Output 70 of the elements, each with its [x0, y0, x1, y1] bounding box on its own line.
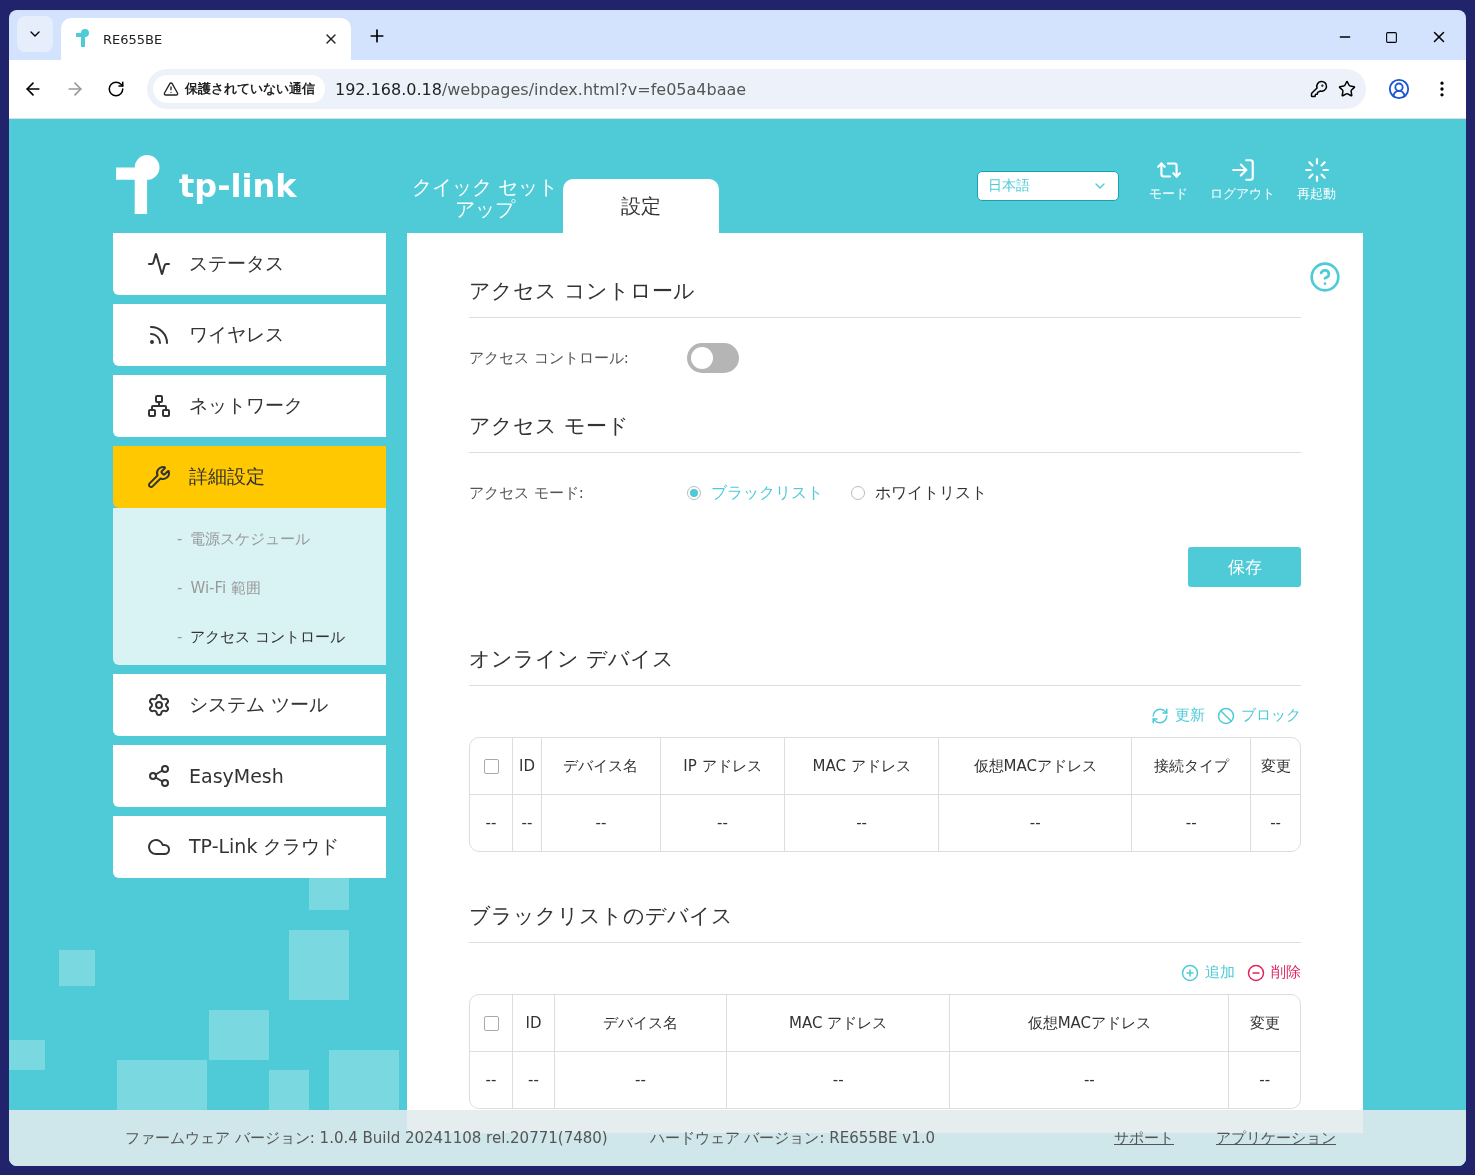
table-cell: -- — [470, 795, 513, 851]
column-header: 接続タイプ — [1132, 738, 1252, 795]
toggle-switch[interactable] — [687, 343, 739, 373]
radio-option[interactable]: ホワイトリスト — [851, 482, 987, 504]
dash-marker: - — [177, 530, 183, 549]
column-header: MAC アドレス — [727, 995, 951, 1052]
select-all-checkbox[interactable] — [483, 759, 499, 774]
sidebar-item[interactable]: 詳細設定 — [113, 446, 386, 508]
sidebar-item[interactable]: ステータス — [113, 233, 386, 295]
dash-marker: - — [177, 628, 183, 647]
sidebar-item[interactable]: ネットワーク — [113, 375, 386, 437]
table-cell: -- — [554, 1052, 728, 1108]
section-title: ブラックリストのデバイス — [469, 888, 1301, 943]
hardware-version: ハードウェア バージョン: RE655BE v1.0 — [649, 1128, 936, 1148]
column-header: ID — [513, 738, 542, 795]
sidebar-item[interactable]: ワイヤレス — [113, 304, 386, 366]
table-cell-text: -- — [1269, 813, 1282, 834]
warning-icon — [163, 81, 179, 97]
browser-tab[interactable]: RE655BE — [61, 18, 351, 60]
section-title: アクセス モード — [469, 398, 1301, 453]
table-cell: -- — [939, 795, 1133, 851]
block-icon — [1217, 706, 1235, 725]
url-text[interactable]: 192.168.0.18/webpages/index.html?v=fe05a4baae — [335, 79, 1300, 99]
footer-link[interactable]: サポート — [1114, 1128, 1174, 1148]
sidebar-item[interactable]: TP-Link クラウド — [113, 816, 386, 878]
field-label: アクセス モード: — [469, 483, 585, 503]
security-chip[interactable]: 保護されていない通信 — [153, 75, 325, 103]
bookmark-star-icon[interactable] — [1338, 80, 1356, 98]
column-header: IP アドレス — [660, 738, 785, 795]
nav-tab[interactable]: 設定 — [563, 179, 719, 233]
field-label: アクセス コントロール: — [469, 348, 630, 368]
sidebar-item[interactable]: EasyMesh — [113, 745, 386, 807]
column-header: ID — [513, 995, 555, 1052]
column-header: デバイス名 — [541, 738, 661, 795]
select-all-checkbox[interactable] — [483, 1016, 499, 1031]
maximize-icon[interactable] — [1385, 30, 1398, 44]
column-header: 仮想MACアドレス — [939, 738, 1133, 795]
firmware-version: ファームウェア バージョン: 1.0.4 Build 20241108 rel.20771(7480) — [125, 1128, 608, 1148]
table-cell: -- — [727, 1052, 951, 1108]
wireless-icon — [147, 323, 171, 347]
table-cell: -- — [1132, 795, 1252, 851]
table-cell: -- — [513, 1052, 555, 1108]
delete-link[interactable]: 削除 — [1247, 963, 1301, 982]
dash-marker: - — [177, 579, 183, 598]
logout-icon — [1229, 157, 1256, 183]
footer-link[interactable]: アプリケーション — [1216, 1128, 1336, 1148]
tab-title: RE655BE — [103, 31, 164, 47]
logo-text: tp-link — [179, 167, 297, 205]
column-header: 変更 — [1229, 995, 1300, 1052]
table-cell: -- — [660, 795, 785, 851]
table-cell: -- — [950, 1052, 1230, 1108]
table-cell: -- — [784, 795, 940, 851]
refresh-icon — [1151, 706, 1169, 725]
profile-icon[interactable] — [1388, 78, 1410, 100]
table-cell: -- — [541, 795, 661, 851]
section-title: オンライン デバイス — [469, 631, 1301, 686]
table-cell: -- — [470, 1052, 513, 1108]
column-header: MAC アドレス — [784, 738, 940, 795]
submenu-item[interactable]: アクセス コントロール — [190, 628, 346, 647]
table-cell: -- — [513, 795, 542, 851]
section-title: アクセス コントロール — [469, 263, 1301, 318]
reload-icon[interactable] — [107, 80, 125, 98]
key-icon[interactable] — [1310, 80, 1328, 98]
column-header: デバイス名 — [554, 995, 728, 1052]
add-icon — [1181, 963, 1199, 982]
delete-icon — [1247, 963, 1265, 982]
sidebar-item[interactable]: システム ツール — [113, 674, 386, 736]
column-header: 変更 — [1251, 738, 1300, 795]
table-cell-text: -- — [1258, 1070, 1272, 1091]
column-header: 仮想MACアドレス — [950, 995, 1230, 1052]
